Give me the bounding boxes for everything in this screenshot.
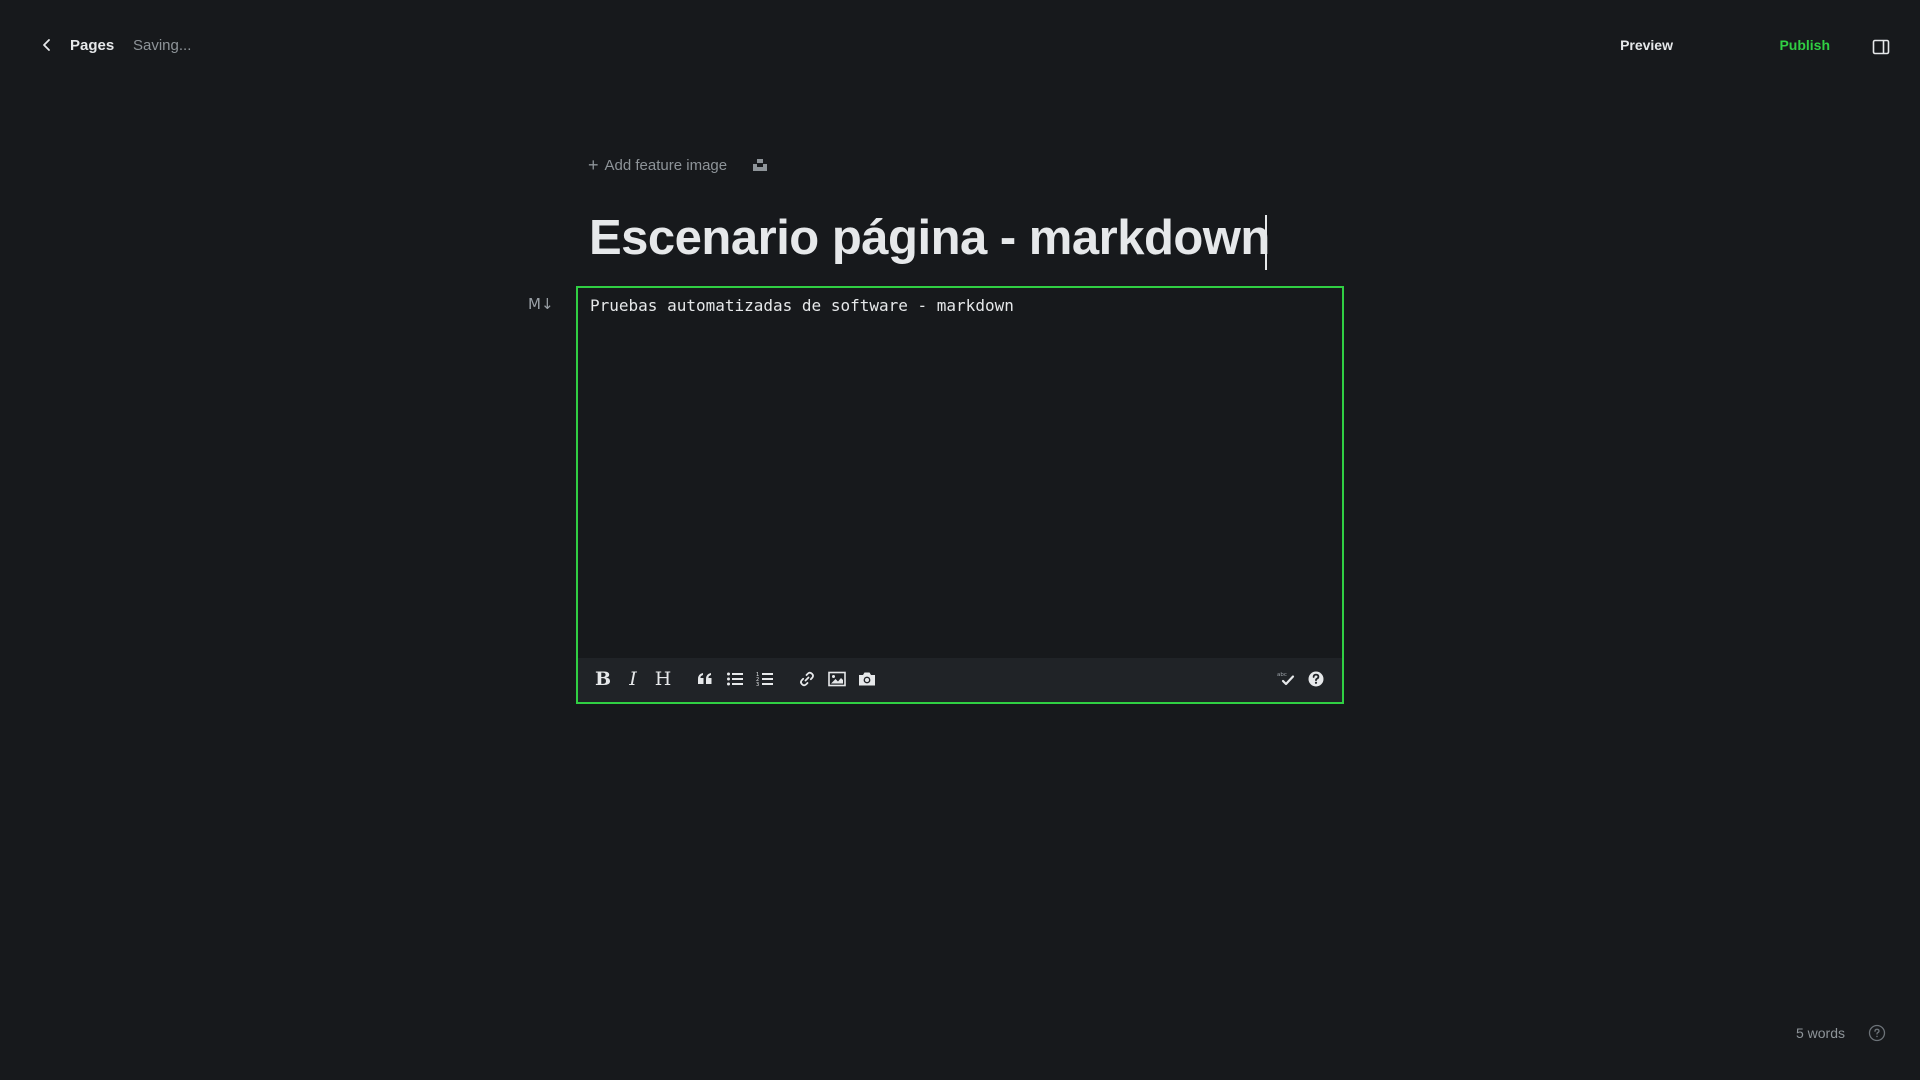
camera-icon	[859, 672, 875, 686]
spellcheck-icon: abc	[1277, 672, 1295, 686]
quote-icon	[698, 673, 712, 684]
svg-text:3: 3	[756, 682, 759, 688]
italic-button[interactable]: I	[622, 668, 644, 690]
publish-button[interactable]: Publish	[1779, 37, 1830, 53]
sidebar-toggle-icon[interactable]	[1872, 38, 1890, 56]
save-status: Saving...	[133, 37, 192, 54]
ordered-list-icon: 1 2 3	[756, 672, 773, 688]
markdown-help-button[interactable]	[1305, 668, 1327, 690]
back-label: Pages	[70, 36, 115, 54]
heading-button[interactable]: H	[652, 668, 674, 690]
link-button[interactable]	[796, 668, 818, 690]
camera-button[interactable]	[856, 668, 878, 690]
image-button[interactable]	[826, 668, 848, 690]
help-icon	[1308, 671, 1324, 687]
markdown-card-badge: M↓	[528, 295, 554, 313]
text-caret	[1265, 215, 1267, 270]
word-count: 5 words	[1795, 1025, 1845, 1041]
italic-icon: I	[629, 668, 637, 690]
plus-icon: +	[588, 155, 599, 175]
spellcheck-button[interactable]: abc	[1275, 668, 1297, 690]
markdown-toolbar: B I H 1 2 3 abc	[578, 658, 1342, 702]
back-to-pages-link[interactable]: Pages	[40, 34, 114, 56]
markdown-editor[interactable]: Pruebas automatizadas de software - mark…	[576, 286, 1344, 704]
question-circle-icon[interactable]	[1868, 1024, 1886, 1042]
unordered-list-icon	[727, 672, 743, 686]
markdown-textarea[interactable]: Pruebas automatizadas de software - mark…	[590, 296, 1330, 315]
unsplash-icon[interactable]	[753, 158, 767, 172]
image-icon	[828, 671, 846, 687]
link-icon	[800, 671, 814, 687]
chevron-left-icon	[43, 39, 50, 51]
preview-button[interactable]: Preview	[1620, 37, 1673, 53]
heading-icon: H	[654, 668, 672, 690]
quote-button[interactable]	[694, 668, 716, 690]
editor-header: Pages Saving... Preview Publish	[0, 0, 1920, 94]
ordered-list-button[interactable]: 1 2 3	[754, 668, 776, 690]
post-title[interactable]: Escenario página - markdown	[589, 210, 1270, 266]
add-feature-image-button[interactable]: + Add feature image	[588, 156, 727, 174]
unordered-list-button[interactable]	[724, 668, 746, 690]
add-feature-image-label: Add feature image	[604, 156, 728, 174]
svg-text:abc: abc	[1277, 672, 1287, 678]
bold-button[interactable]: B	[592, 668, 614, 690]
bold-icon: B	[594, 668, 612, 690]
